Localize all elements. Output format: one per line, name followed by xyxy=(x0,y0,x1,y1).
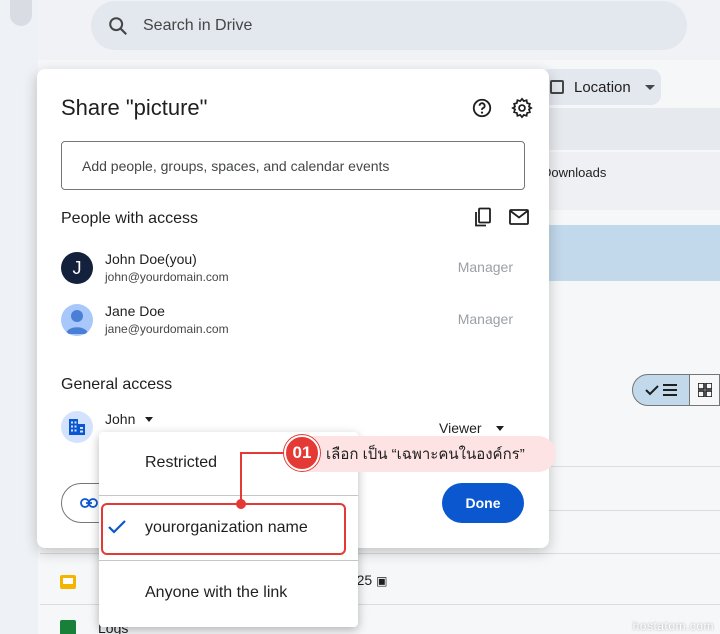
avatar: J xyxy=(61,252,93,284)
general-role-value: Viewer xyxy=(439,420,482,436)
more-options-icon[interactable]: ⋮ xyxy=(714,476,720,496)
person-email: jane@yourdomain.com xyxy=(105,322,229,336)
slides-icon xyxy=(60,575,76,589)
person-email: john@yourdomain.com xyxy=(105,270,229,284)
general-access-dropdown[interactable]: John xyxy=(105,411,154,427)
person-row: J John Doe(you) john@yourdomain.com Mana… xyxy=(61,249,525,289)
general-access-value: John xyxy=(105,411,136,427)
person-row: Jane Doe jane@yourdomain.com Manager xyxy=(61,301,525,341)
mail-icon[interactable] xyxy=(509,208,529,226)
shared-icon: ▣ xyxy=(376,574,388,588)
rail-notch xyxy=(10,0,32,26)
menu-divider xyxy=(99,560,358,561)
suggested-strip xyxy=(548,108,720,150)
gear-icon[interactable] xyxy=(511,97,533,119)
building-icon xyxy=(69,419,85,435)
avatar xyxy=(61,304,93,336)
suggested-folder[interactable]: Downloads xyxy=(542,152,720,210)
more-options-icon[interactable]: ⋮ xyxy=(714,570,720,590)
person-name: Jane Doe xyxy=(105,303,165,319)
grid-icon xyxy=(698,383,712,397)
chevron-down-icon xyxy=(644,84,655,90)
menu-item-label: Restricted xyxy=(145,454,218,471)
general-access-heading: General access xyxy=(61,376,173,393)
link-icon xyxy=(80,498,98,508)
annotation-label: เลือก เป็น “เฉพาะคนในองค์กร” xyxy=(300,436,556,472)
folder-name: Downloads xyxy=(542,165,607,180)
selected-row-highlight xyxy=(548,225,720,281)
annotation-dot xyxy=(236,499,246,509)
search-icon xyxy=(109,16,128,35)
annotation-step-badge: 01 xyxy=(284,435,320,471)
add-people-input[interactable] xyxy=(61,141,525,190)
person-role: Manager xyxy=(457,311,513,327)
list-view-button[interactable] xyxy=(632,374,690,406)
search-bar[interactable]: Search in Drive xyxy=(91,1,687,50)
location-filter-label: Location xyxy=(574,78,631,96)
sheets-icon xyxy=(60,620,76,634)
list-icon xyxy=(663,384,677,396)
menu-divider xyxy=(99,495,358,496)
annotation-connector xyxy=(240,452,242,504)
annotation-connector xyxy=(240,452,290,454)
dialog-title: Share "picture" xyxy=(61,95,208,120)
menu-item-anyone-with-link[interactable]: Anyone with the link xyxy=(99,567,358,619)
done-button[interactable]: Done xyxy=(442,483,524,523)
people-with-access-heading: People with access xyxy=(61,210,198,227)
person-name: John Doe(you) xyxy=(105,251,197,267)
left-rail xyxy=(0,0,38,634)
folder-icon xyxy=(550,80,564,94)
view-toggle[interactable] xyxy=(632,374,720,406)
location-filter-chip[interactable]: Location xyxy=(540,69,661,105)
person-icon xyxy=(66,310,88,334)
check-icon xyxy=(645,385,659,396)
menu-item-label: Anyone with the link xyxy=(145,584,288,601)
help-icon[interactable] xyxy=(471,97,493,119)
chevron-down-icon xyxy=(495,425,504,431)
grid-view-button[interactable] xyxy=(690,374,720,406)
chevron-down-icon xyxy=(145,416,154,422)
more-options-icon[interactable]: ⋮ xyxy=(714,520,720,540)
highlight-box xyxy=(101,503,346,555)
copy-emails-icon[interactable] xyxy=(473,207,493,227)
organization-icon xyxy=(61,411,93,443)
watermark: hostatom.com xyxy=(632,619,714,633)
search-input[interactable]: Search in Drive xyxy=(143,17,252,35)
person-role: Manager xyxy=(457,259,513,275)
file-row[interactable] xyxy=(60,570,76,594)
general-role-dropdown[interactable]: Viewer xyxy=(439,420,504,436)
